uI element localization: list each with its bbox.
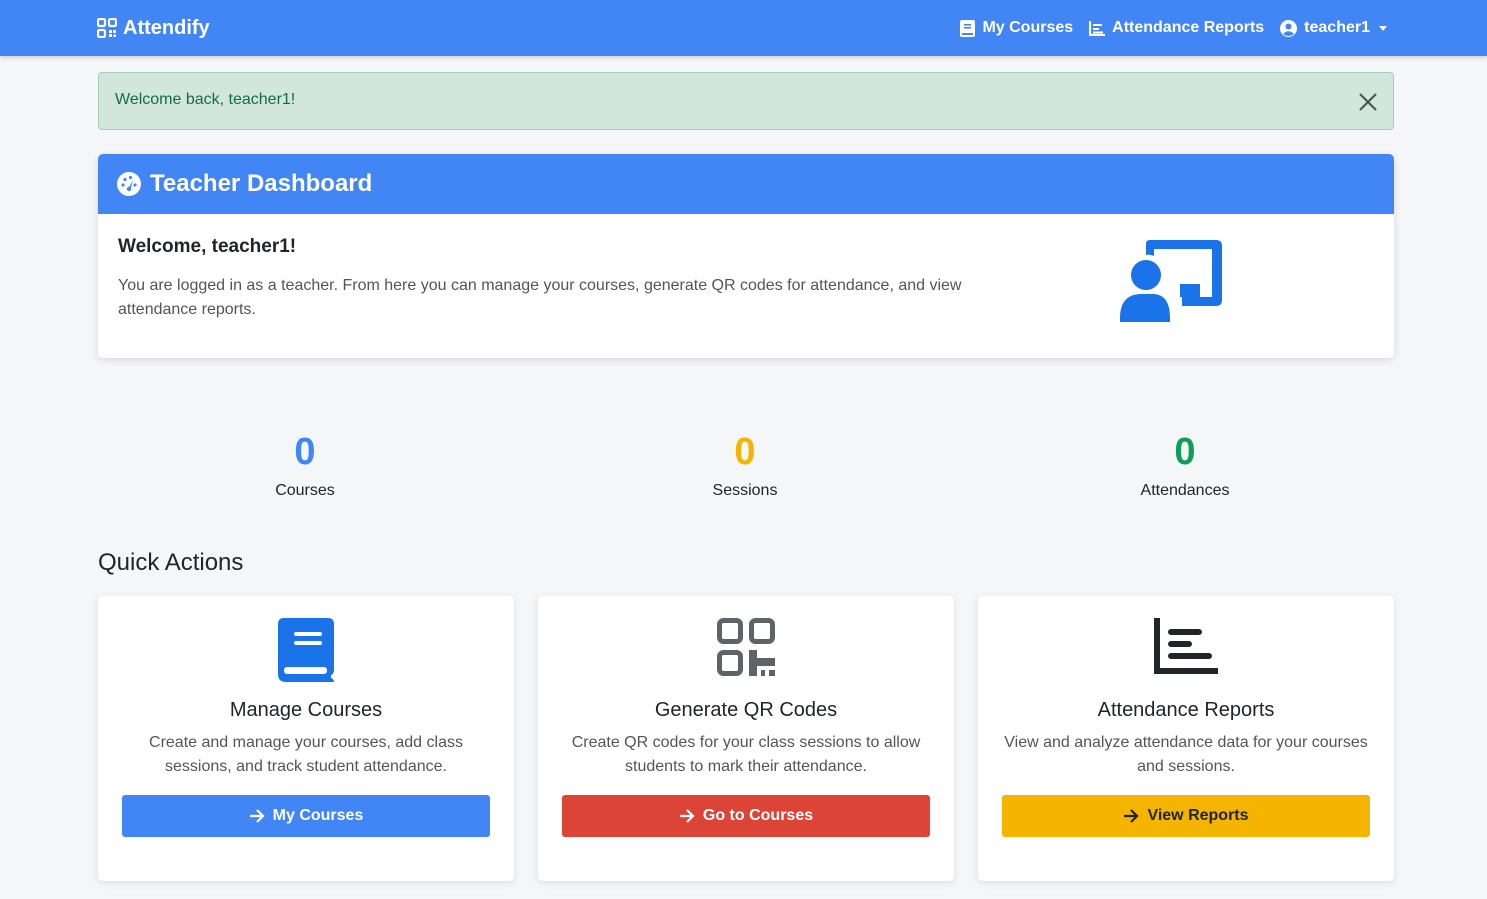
arrow-right-icon <box>679 809 695 823</box>
close-icon[interactable] <box>1357 91 1379 113</box>
card-description: Create and manage your courses, add clas… <box>149 734 463 775</box>
nav-my-courses-label: My Courses <box>982 19 1074 36</box>
user-circle-icon <box>1280 19 1298 37</box>
card-description: View and analyze attendance data for you… <box>1004 734 1368 775</box>
stat-courses: 0 Courses <box>155 428 455 500</box>
go-to-courses-button[interactable]: Go to Courses <box>562 795 930 837</box>
brand[interactable]: Attendify <box>97 14 210 42</box>
card-title: Generate QR Codes <box>654 699 838 721</box>
stat-attendances-label: Attendances <box>1140 482 1230 499</box>
button-label: View Reports <box>1147 807 1249 824</box>
user-name: teacher1 <box>1304 19 1370 36</box>
stat-sessions-label: Sessions <box>712 482 778 499</box>
card-title: Manage Courses <box>229 699 383 721</box>
qrcode-icon <box>97 18 117 38</box>
welcome-alert: Welcome back, teacher1! <box>98 72 1394 130</box>
tachometer-icon <box>117 172 141 196</box>
chart-icon <box>1154 618 1218 674</box>
attendance-reports-card: Attendance Reports View and analyze atte… <box>978 596 1394 881</box>
book-icon <box>960 19 976 37</box>
dashboard-header: Teacher Dashboard <box>98 154 1394 214</box>
stat-sessions-value: 0 <box>734 431 756 473</box>
arrow-right-icon <box>249 809 265 823</box>
chevron-down-icon <box>1379 25 1387 31</box>
teacher-dashboard-card: Teacher Dashboard Welcome, teacher1! You… <box>98 154 1394 358</box>
brand-name: Attendify <box>123 16 210 39</box>
chalkboard-teacher-icon <box>1120 240 1222 322</box>
stat-sessions: 0 Sessions <box>595 428 895 500</box>
dashboard-title: Teacher Dashboard <box>150 170 373 197</box>
alert-text: Welcome back, teacher1! <box>115 91 296 108</box>
dashboard-welcome: Welcome, teacher1! <box>118 236 297 257</box>
nav-my-courses[interactable]: My Courses <box>960 19 1073 37</box>
manage-courses-card: Manage Courses Create and manage your co… <box>98 596 514 881</box>
stat-attendances-value: 0 <box>1174 431 1196 473</box>
button-label: Go to Courses <box>702 807 814 824</box>
generate-qr-card: Generate QR Codes Create QR codes for yo… <box>538 596 954 881</box>
quick-actions-title: Quick Actions <box>98 549 244 576</box>
qrcode-icon <box>717 618 775 676</box>
stat-attendances: 0 Attendances <box>1035 428 1335 500</box>
card-description: Create QR codes for your class sessions … <box>571 734 921 775</box>
chart-icon <box>1089 20 1106 36</box>
arrow-right-icon <box>1124 809 1140 823</box>
button-label: My Courses <box>272 807 364 824</box>
stat-courses-value: 0 <box>294 431 316 473</box>
dashboard-description: You are logged in as a teacher. From her… <box>118 277 962 318</box>
book-icon <box>278 618 334 682</box>
navbar: Attendify My Courses Attendance Reports <box>0 0 1487 56</box>
view-reports-button[interactable]: View Reports <box>1002 795 1370 837</box>
nav-attendance-reports-label: Attendance Reports <box>1112 19 1265 36</box>
my-courses-button[interactable]: My Courses <box>122 795 490 837</box>
stat-courses-label: Courses <box>275 482 335 499</box>
nav-attendance-reports[interactable]: Attendance Reports <box>1089 19 1264 37</box>
user-dropdown[interactable]: teacher1 <box>1280 19 1387 37</box>
card-title: Attendance Reports <box>1097 699 1275 721</box>
